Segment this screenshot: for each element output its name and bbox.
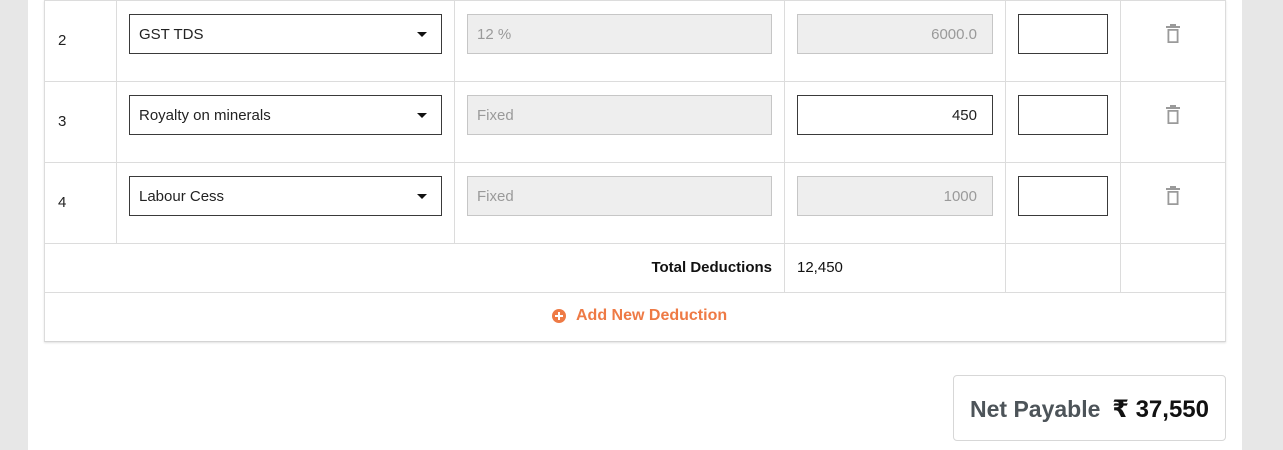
deduction-type-select[interactable]: Labour Cess: [129, 176, 442, 216]
net-payable-card: Net Payable ₹ 37,550: [953, 375, 1226, 441]
amount-field: 1000: [797, 176, 993, 216]
deduction-type-select[interactable]: GST TDS: [129, 14, 442, 54]
reference-input[interactable]: [1018, 95, 1108, 135]
deduction-type-cell: GST TDS: [117, 1, 455, 81]
deduction-type-cell: Labour Cess: [117, 163, 455, 243]
rate-cell: Fixed: [455, 82, 785, 162]
deduction-type-value: Labour Cess: [139, 188, 225, 205]
serial-number: 2: [58, 32, 67, 49]
rate-value: Fixed: [477, 188, 514, 205]
trash-icon[interactable]: [1165, 24, 1181, 44]
rate-field: Fixed: [467, 176, 772, 216]
net-payable-label: Net Payable: [970, 396, 1101, 422]
deduction-type-value: Royalty on minerals: [139, 107, 271, 124]
trash-icon[interactable]: [1165, 105, 1181, 125]
total-empty-cell: [1006, 244, 1121, 292]
serial-number: 3: [58, 113, 67, 130]
rate-value: Fixed: [477, 107, 514, 124]
amount-input[interactable]: 450: [797, 95, 993, 135]
amount-value: 6000.0: [931, 26, 977, 43]
chevron-down-icon: [417, 113, 427, 118]
serial-cell: 3: [45, 82, 117, 162]
total-deductions-label: Total Deductions: [651, 259, 772, 276]
reference-input[interactable]: [1018, 176, 1108, 216]
amount-cell: 450: [785, 82, 1006, 162]
rate-cell: Fixed: [455, 163, 785, 243]
total-deductions-row: Total Deductions 12,450: [45, 244, 1225, 293]
trash-icon[interactable]: [1165, 186, 1181, 206]
reference-cell: [1006, 1, 1121, 81]
add-deduction-row: Add New Deduction: [45, 293, 1225, 341]
serial-cell: 4: [45, 163, 117, 243]
total-value-cell: 12,450: [785, 244, 1006, 292]
total-empty-cell: [1121, 244, 1225, 292]
reference-cell: [1006, 82, 1121, 162]
reference-cell: [1006, 163, 1121, 243]
add-new-deduction-button[interactable]: Add New Deduction: [552, 307, 727, 325]
amount-cell: 6000.0: [785, 1, 1006, 81]
rate-field: 12 %: [467, 14, 772, 54]
total-label-cell: Total Deductions: [45, 244, 785, 292]
amount-value: 450: [951, 107, 977, 124]
serial-number: 4: [58, 194, 67, 211]
action-cell: [1121, 82, 1225, 162]
rate-field: Fixed: [467, 95, 772, 135]
deduction-type-value: GST TDS: [139, 26, 204, 43]
add-new-deduction-label: Add New Deduction: [576, 307, 728, 324]
plus-circle-icon: [552, 309, 566, 323]
serial-cell: 2: [45, 1, 117, 81]
chevron-down-icon: [417, 194, 427, 199]
deductions-table: 2 GST TDS 12 % 6000.0 3 Royalty on miner…: [44, 0, 1226, 342]
page-content: 2 GST TDS 12 % 6000.0 3 Royalty on miner…: [28, 0, 1242, 450]
table-row: 3 Royalty on minerals Fixed 450: [45, 82, 1225, 163]
amount-cell: 1000: [785, 163, 1006, 243]
chevron-down-icon: [417, 32, 427, 37]
reference-input[interactable]: [1018, 14, 1108, 54]
action-cell: [1121, 1, 1225, 81]
amount-field: 6000.0: [797, 14, 993, 54]
deduction-type-cell: Royalty on minerals: [117, 82, 455, 162]
rate-value: 12 %: [477, 26, 512, 43]
rate-cell: 12 %: [455, 1, 785, 81]
amount-value: 1000: [943, 188, 977, 205]
deduction-type-select[interactable]: Royalty on minerals: [129, 95, 442, 135]
total-deductions-value: 12,450: [797, 259, 843, 276]
net-payable-value: ₹ 37,550: [1112, 396, 1209, 423]
table-row: 2 GST TDS 12 % 6000.0: [45, 0, 1225, 82]
action-cell: [1121, 163, 1225, 243]
table-row: 4 Labour Cess Fixed 1000: [45, 163, 1225, 244]
